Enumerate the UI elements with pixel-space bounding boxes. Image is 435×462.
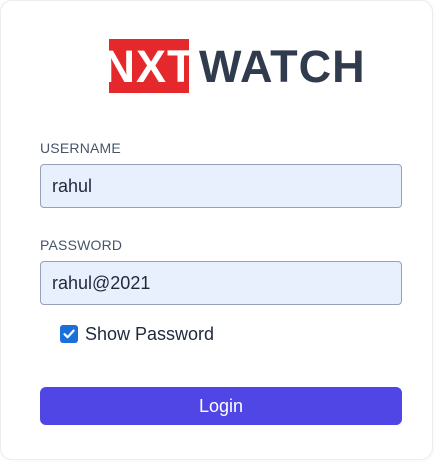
show-password-checkbox[interactable]: [60, 325, 78, 343]
nxt-watch-logo: NXT WATCH: [102, 39, 366, 93]
checkmark-icon: [63, 329, 75, 339]
login-button[interactable]: Login: [40, 387, 402, 425]
logo-badge: NXT: [102, 39, 196, 93]
username-label: USERNAME: [40, 140, 121, 156]
password-label: PASSWORD: [40, 237, 123, 253]
login-card: NXT WATCH USERNAME PASSWORD Show Passwor…: [0, 0, 433, 460]
username-input[interactable]: [40, 164, 402, 208]
password-input[interactable]: [40, 261, 402, 305]
show-password-option[interactable]: Show Password: [60, 323, 214, 345]
show-password-label[interactable]: Show Password: [85, 324, 214, 345]
logo-text: WATCH: [199, 40, 366, 92]
